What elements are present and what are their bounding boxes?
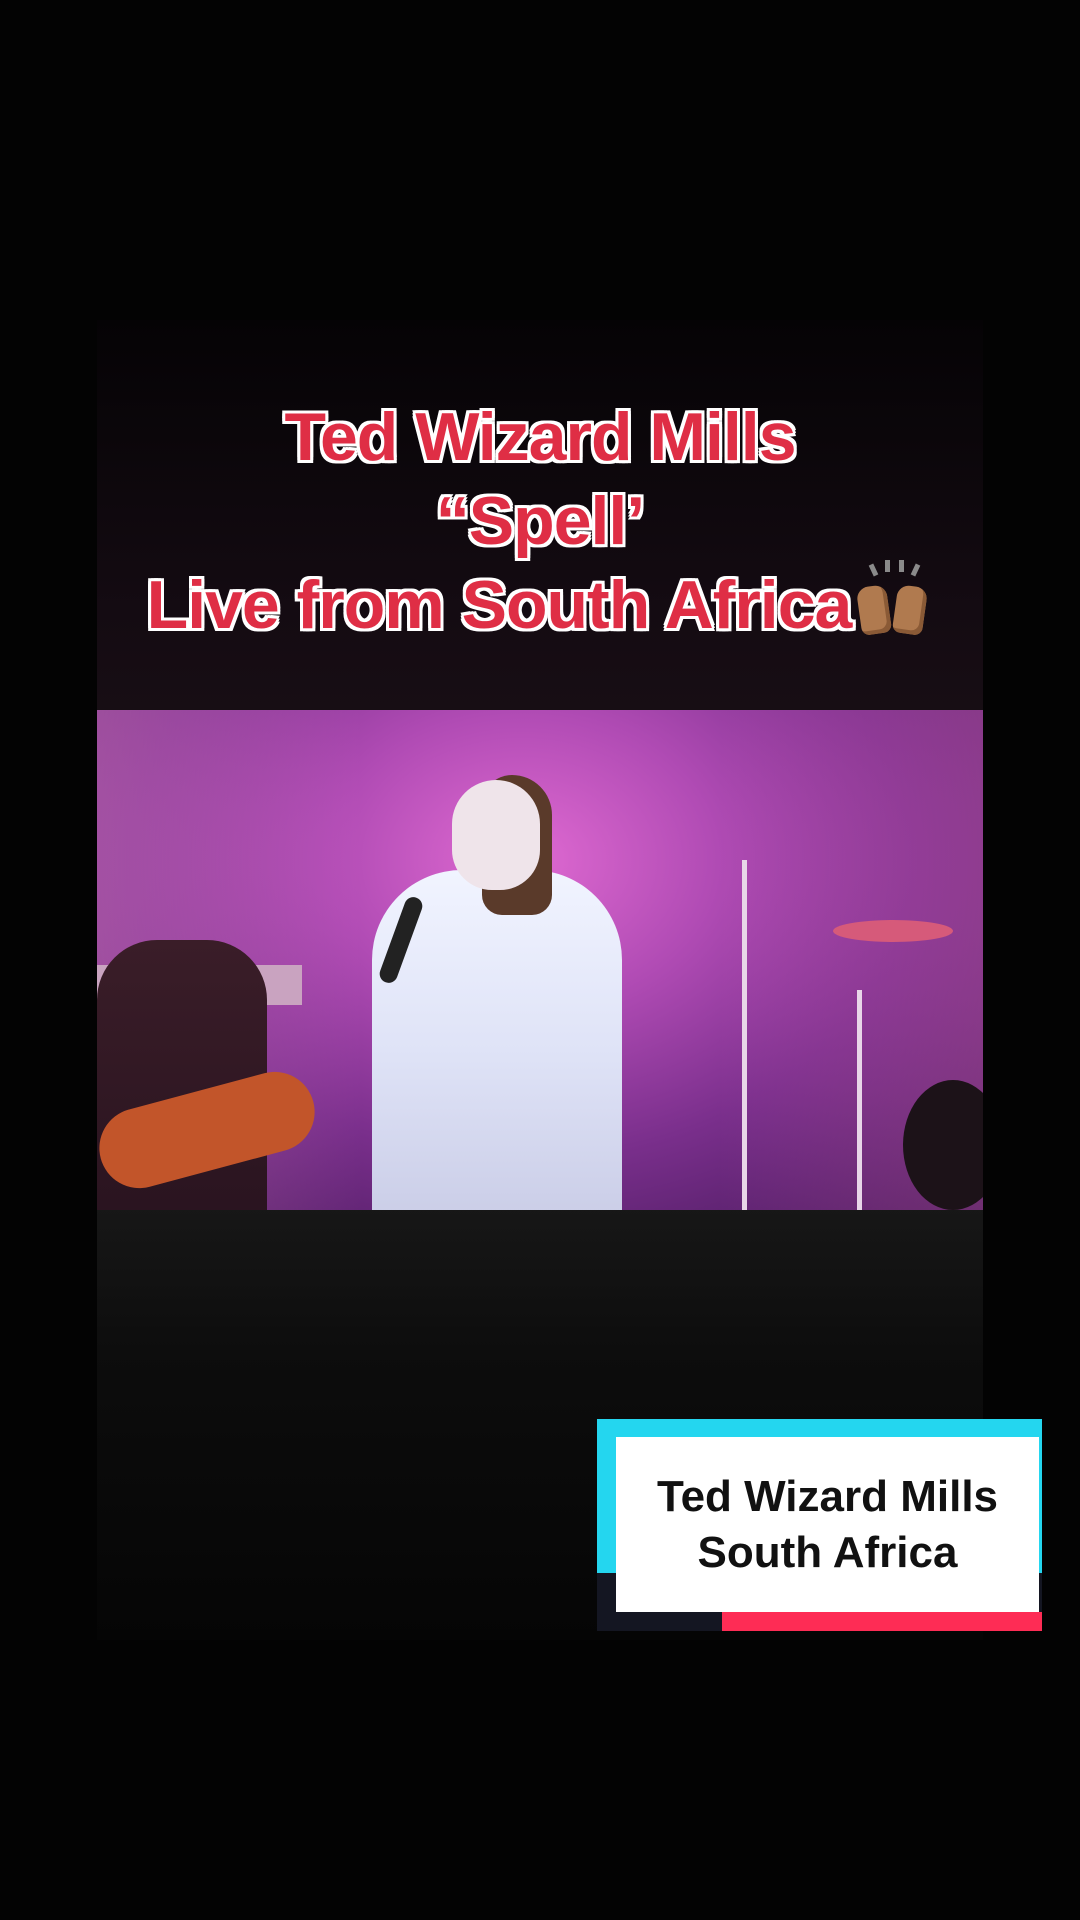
- overlay-title: Ted Wizard Mills “Spell’ Live from South…: [0, 395, 1080, 647]
- raising-hands-icon: [853, 560, 933, 636]
- cymbal: [833, 920, 953, 942]
- title-location-text: Live from South Africa: [146, 567, 853, 643]
- cymbal-stand: [857, 990, 862, 1210]
- sticker-line-location: South Africa: [697, 1527, 958, 1577]
- video-post: Ted Wizard Mills “Spell’ Live from South…: [0, 0, 1080, 1920]
- title-line-song: “Spell’: [435, 483, 645, 559]
- singer-head: [452, 780, 540, 890]
- sticker-line-artist: Ted Wizard Mills: [656, 1471, 999, 1521]
- caption-sticker: Ted Wizard Mills South Africa: [597, 1419, 1042, 1631]
- sticker-card: Ted Wizard Mills South Africa: [616, 1437, 1039, 1612]
- title-line-location: Live from South Africa: [0, 560, 1080, 647]
- concert-video-frame[interactable]: [97, 710, 983, 1210]
- mic-stand: [742, 860, 747, 1210]
- title-line-artist: Ted Wizard Mills: [284, 399, 796, 475]
- sticker-red-band: [722, 1612, 1042, 1631]
